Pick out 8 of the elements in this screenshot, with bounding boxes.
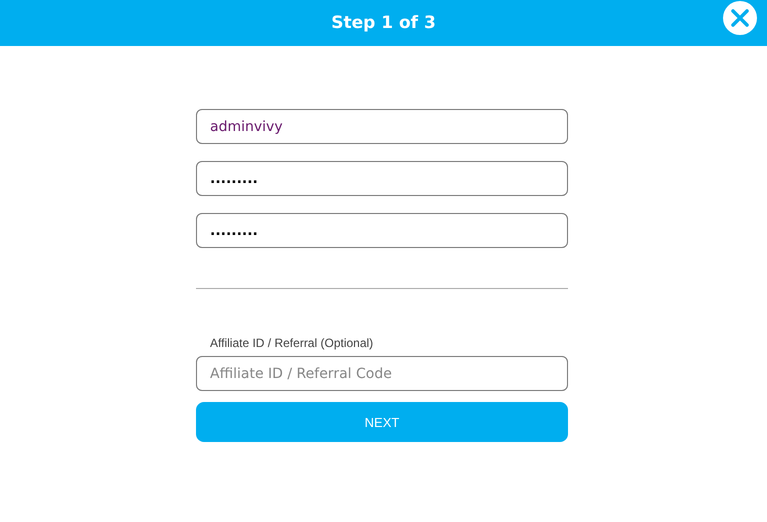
close-icon — [730, 8, 750, 28]
referral-label: Affiliate ID / Referral (Optional) — [210, 336, 374, 350]
close-button[interactable] — [723, 1, 757, 35]
username-field[interactable]: adminvivy — [196, 109, 568, 144]
password-field[interactable]: ......... — [196, 213, 568, 248]
referral-field[interactable]: Affiliate ID / Referral Code — [196, 356, 568, 391]
window-title: Step 1 of 3 — [331, 13, 436, 33]
password-field[interactable]: ......... — [196, 161, 568, 196]
